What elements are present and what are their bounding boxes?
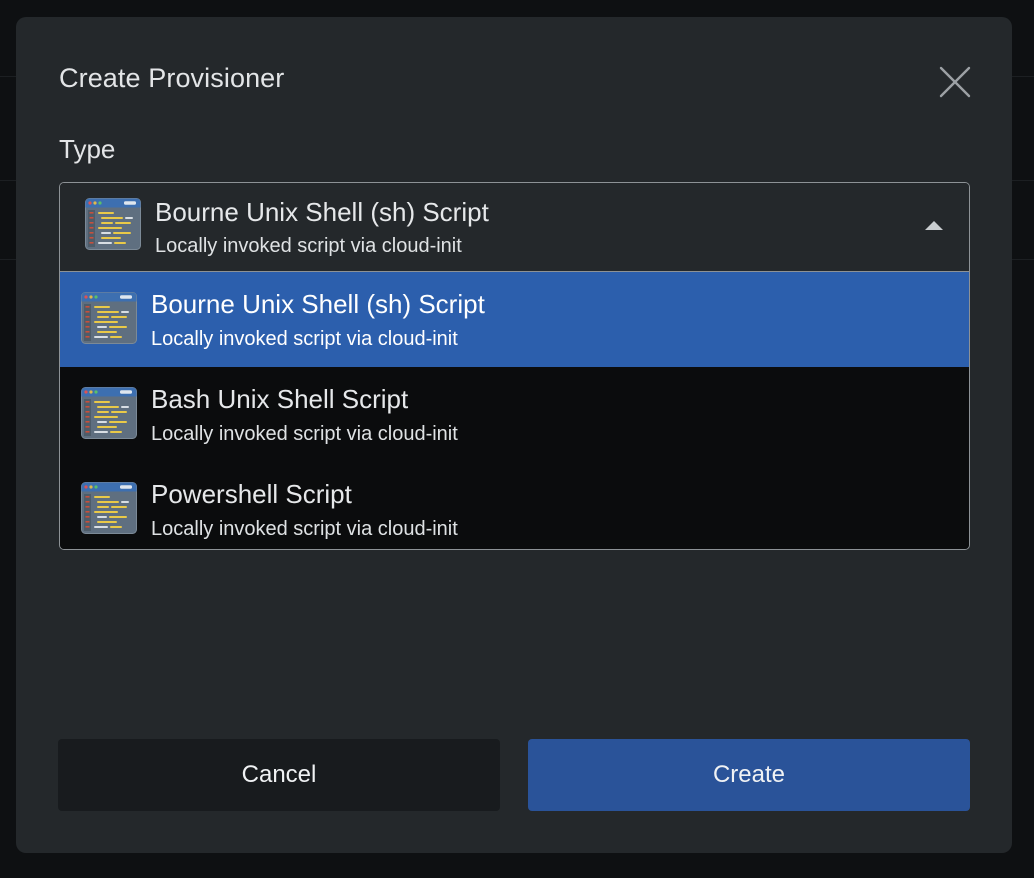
option-bash-script[interactable]: Bash Unix Shell Script Locally invoked s… xyxy=(60,367,969,462)
selected-option-title: Bourne Unix Shell (sh) Script xyxy=(155,197,489,227)
create-button[interactable]: Create xyxy=(528,739,970,811)
close-icon xyxy=(939,66,971,98)
option-title: Powershell Script xyxy=(151,479,352,509)
type-select: Bourne Unix Shell (sh) Script Locally in… xyxy=(59,182,970,550)
option-powershell-script[interactable]: Powershell Script Locally invoked script… xyxy=(60,462,969,549)
type-select-trigger[interactable]: Bourne Unix Shell (sh) Script Locally in… xyxy=(60,183,969,271)
option-subtitle: Locally invoked script via cloud-init xyxy=(151,423,458,445)
cancel-button[interactable]: Cancel xyxy=(58,739,500,811)
type-options-list: Bourne Unix Shell (sh) Script Locally in… xyxy=(60,272,969,549)
script-editor-icon xyxy=(85,198,141,250)
script-editor-icon xyxy=(81,292,137,344)
option-title: Bash Unix Shell Script xyxy=(151,384,409,414)
option-title: Bourne Unix Shell (sh) Script xyxy=(151,289,485,319)
close-button[interactable] xyxy=(937,64,973,100)
script-editor-icon xyxy=(81,387,137,439)
option-bourne-sh-script[interactable]: Bourne Unix Shell (sh) Script Locally in… xyxy=(60,272,969,367)
create-provisioner-dialog: Create Provisioner Type Bourne Unix Shel… xyxy=(16,17,1012,853)
option-subtitle: Locally invoked script via cloud-init xyxy=(151,328,458,350)
option-subtitle: Locally invoked script via cloud-init xyxy=(151,518,458,540)
type-field-label: Type xyxy=(59,134,116,164)
script-editor-icon xyxy=(81,482,137,534)
selected-option-subtitle: Locally invoked script via cloud-init xyxy=(155,235,462,257)
dialog-title: Create Provisioner xyxy=(59,63,285,93)
caret-up-icon xyxy=(925,221,943,230)
